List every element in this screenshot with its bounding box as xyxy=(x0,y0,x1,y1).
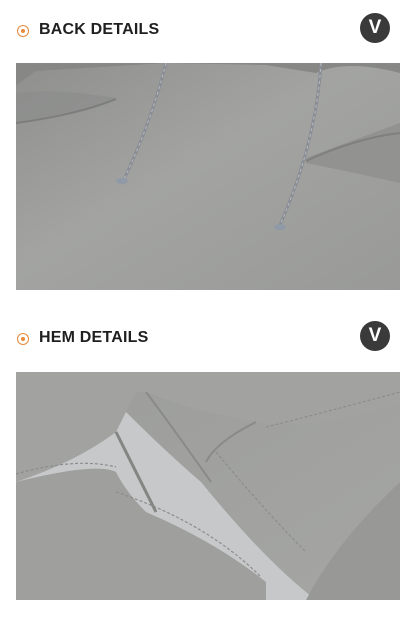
section-title: BACK DETAILS xyxy=(39,21,160,38)
hem-details-fabric-image xyxy=(16,372,400,600)
back-details-fabric-image xyxy=(16,63,400,290)
hem-details-photo xyxy=(16,372,400,600)
bullet-ring-icon xyxy=(17,25,29,37)
section-header-hem-details: HEM DETAILS V xyxy=(0,320,416,360)
section-header-back-details: BACK DETAILS V xyxy=(0,12,416,52)
expand-badge[interactable]: V xyxy=(360,321,390,351)
back-details-photo xyxy=(16,63,400,290)
section-title: HEM DETAILS xyxy=(39,329,149,346)
expand-badge[interactable]: V xyxy=(360,13,390,43)
bullet-ring-icon xyxy=(17,333,29,345)
